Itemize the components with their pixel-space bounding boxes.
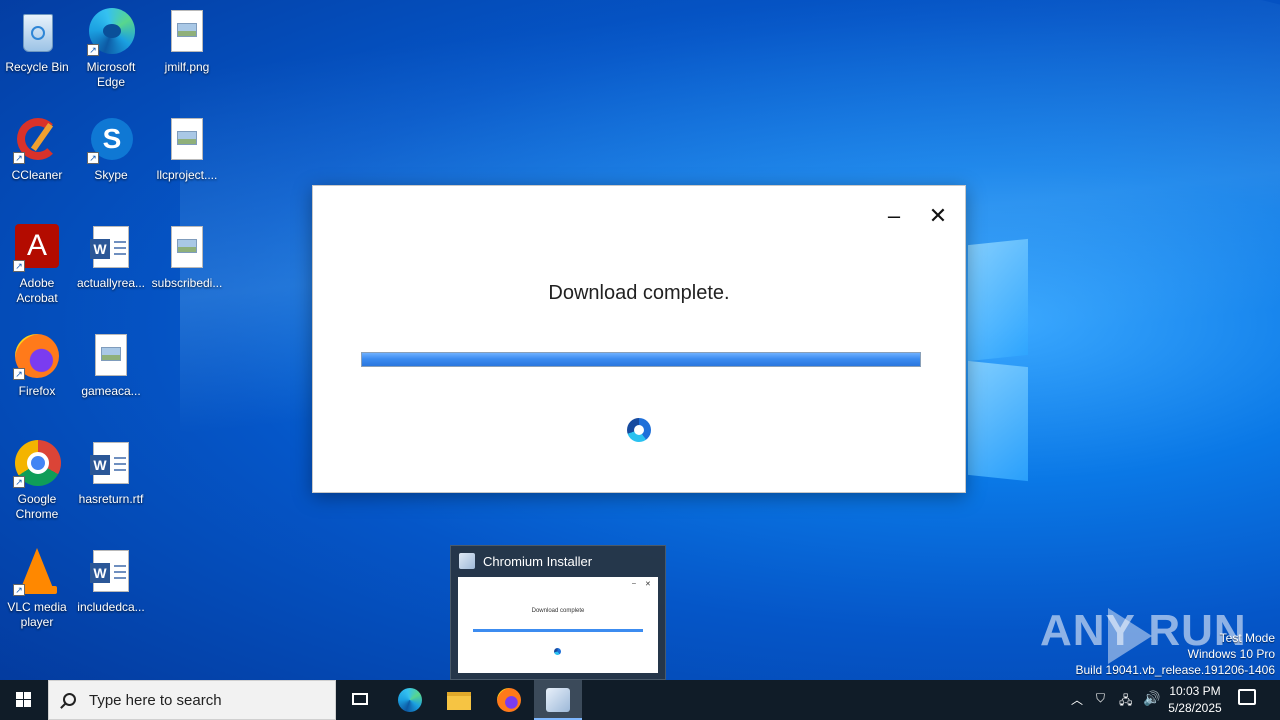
desktop-icon-vlc[interactable]: ↗ VLC media player <box>0 548 75 630</box>
word-file-icon: W <box>87 548 135 596</box>
shortcut-arrow-icon: ↗ <box>13 476 25 488</box>
firefox-icon: ↗ <box>13 332 61 380</box>
download-progress-bar <box>361 352 921 367</box>
thumb-close-icon: ✕ <box>645 581 651 588</box>
desktop-icon-label: Recycle Bin <box>5 60 69 74</box>
image-file-icon <box>163 8 211 56</box>
minimize-button[interactable]: – <box>880 202 908 230</box>
desktop-icon-label: actuallyrea... <box>76 276 146 290</box>
desktop-icon-gameaca[interactable]: gameaca... <box>73 332 149 399</box>
taskbar: Type here to search ︿ ⛉ 🖧 🔊 10:03 PM 5/2… <box>0 680 1280 720</box>
image-file-icon <box>87 332 135 380</box>
thumb-minimize-icon: – <box>632 580 636 587</box>
chrome-icon: ↗ <box>13 440 61 488</box>
desktop-icon-jmilf[interactable]: jmilf.png <box>149 8 225 75</box>
desktop-icon-firefox[interactable]: ↗ Firefox <box>0 332 75 399</box>
desktop-icon-label: Microsoft Edge <box>86 60 136 89</box>
thumb-status-text: Download complete <box>531 608 585 614</box>
skype-icon: S ↗ <box>87 116 135 164</box>
thumb-spinner-icon <box>554 648 561 655</box>
build-line: Build 19041.vb_release.191206-1406 <box>1075 663 1276 677</box>
chromium-installer-window: – ✕ Download complete. <box>312 185 966 493</box>
desktop-icon-skype[interactable]: S ↗ Skype <box>73 116 149 183</box>
taskbar-clock[interactable]: 10:03 PM 5/28/2025 <box>1160 683 1230 717</box>
desktop-icon-label: Google Chrome <box>15 492 59 521</box>
installer-app-icon <box>459 553 475 569</box>
desktop-icon-hasreturn[interactable]: W hasreturn.rtf <box>73 440 149 507</box>
taskbar-edge[interactable] <box>386 680 434 720</box>
shortcut-arrow-icon: ↗ <box>13 260 25 272</box>
security-tray-icon[interactable]: ⛉ <box>1096 691 1105 706</box>
desktop-icon-label: llcproject.... <box>156 168 218 182</box>
acrobat-icon: A ↗ <box>13 224 61 272</box>
desktop-icon-label: gameaca... <box>81 384 141 398</box>
volume-icon[interactable]: 🔊 <box>1143 690 1160 707</box>
desktop-icon-subscribedi[interactable]: subscribedi... <box>149 224 225 291</box>
shortcut-arrow-icon: ↗ <box>13 368 25 380</box>
image-file-icon <box>163 116 211 164</box>
taskbar-file-explorer[interactable] <box>434 680 482 720</box>
search-placeholder: Type here to search <box>89 692 222 709</box>
desktop-icon-label: Adobe Acrobat <box>16 276 58 305</box>
download-status-text: Download complete. <box>548 282 730 304</box>
taskbar-chromium-installer[interactable] <box>534 680 582 720</box>
word-file-icon: W <box>87 224 135 272</box>
firefox-icon <box>497 688 521 712</box>
recycle-bin-icon <box>13 8 61 56</box>
installer-app-icon <box>546 688 570 712</box>
network-icon[interactable]: 🖧 <box>1119 691 1132 712</box>
progress-fill <box>362 353 920 366</box>
taskbar-firefox[interactable] <box>484 680 532 720</box>
shortcut-arrow-icon: ↗ <box>13 584 25 596</box>
desktop-icon-label: hasreturn.rtf <box>78 492 144 506</box>
clock-date: 5/28/2025 <box>1168 701 1222 715</box>
desktop-icon-label: jmilf.png <box>164 60 210 74</box>
desktop-icon-llcproject[interactable]: llcproject.... <box>149 116 225 183</box>
desktop-icon-ccleaner[interactable]: ↗ CCleaner <box>0 116 75 183</box>
show-hidden-icons-chevron-icon[interactable]: ︿ <box>1071 691 1083 708</box>
search-icon <box>63 693 76 706</box>
edition-line: Windows 10 Pro <box>1187 647 1275 661</box>
desktop-icon-label: CCleaner <box>11 168 63 182</box>
preview-title: Chromium Installer <box>483 554 593 569</box>
close-button[interactable]: ✕ <box>924 202 952 230</box>
task-view-icon <box>352 693 368 705</box>
loading-spinner-icon <box>627 418 651 442</box>
desktop-icon-microsoft-edge[interactable]: ↗ Microsoft Edge <box>73 8 149 90</box>
shortcut-arrow-icon: ↗ <box>87 44 99 56</box>
desktop-icon-recycle-bin[interactable]: Recycle Bin <box>0 8 75 75</box>
vlc-icon: ↗ <box>13 548 61 596</box>
edge-icon <box>398 688 422 712</box>
shortcut-arrow-icon: ↗ <box>13 152 25 164</box>
desktop-icon-label: VLC media player <box>7 600 67 629</box>
notification-center-icon[interactable] <box>1238 689 1256 705</box>
task-view-button[interactable] <box>336 680 384 720</box>
taskbar-thumbnail-preview[interactable]: Chromium Installer – ✕ Download complete <box>450 545 666 680</box>
desktop-icon-actuallyrea[interactable]: W actuallyrea... <box>73 224 149 291</box>
test-mode-line: Test Mode <box>1219 631 1275 645</box>
desktop-icon-adobe-acrobat[interactable]: A ↗ Adobe Acrobat <box>0 224 75 306</box>
folder-icon <box>447 692 471 710</box>
start-button[interactable] <box>0 680 48 720</box>
desktop-icon-label: Skype <box>94 168 128 182</box>
desktop-icon-label: Firefox <box>18 384 56 398</box>
desktop-icon-label: includedca... <box>77 600 145 614</box>
desktop-icon-google-chrome[interactable]: ↗ Google Chrome <box>0 440 75 522</box>
shortcut-arrow-icon: ↗ <box>87 152 99 164</box>
taskbar-search-box[interactable]: Type here to search <box>48 680 336 720</box>
clock-time: 10:03 PM <box>1169 684 1221 698</box>
test-mode-watermark: Test Mode Windows 10 Pro Build 19041.vb_… <box>1076 630 1276 678</box>
preview-thumbnail: – ✕ Download complete <box>458 577 658 673</box>
edge-icon: ↗ <box>87 8 135 56</box>
desktop-icon-includedca[interactable]: W includedca... <box>73 548 149 615</box>
desktop-icon-label: subscribedi... <box>151 276 223 290</box>
word-file-icon: W <box>87 440 135 488</box>
thumb-progress-bar <box>473 629 643 632</box>
desktop: Recycle Bin ↗ CCleaner A ↗ Adobe Acrobat… <box>0 0 1280 680</box>
ccleaner-icon: ↗ <box>13 116 61 164</box>
image-file-icon <box>163 224 211 272</box>
